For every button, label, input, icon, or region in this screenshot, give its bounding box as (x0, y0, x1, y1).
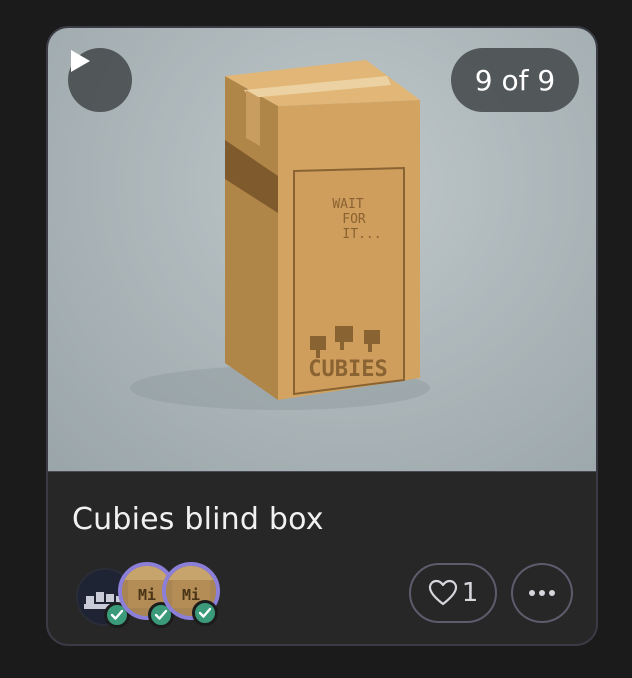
more-options-button[interactable] (511, 563, 573, 623)
like-count: 1 (461, 578, 479, 608)
check-icon (154, 609, 168, 620)
like-button[interactable]: 1 (409, 563, 497, 623)
box-text-wait: WAIT (332, 197, 363, 212)
image-counter-badge: 9 of 9 (451, 48, 579, 112)
verified-badge (192, 600, 218, 626)
nft-card[interactable]: WAIT FOR IT... CUBIES 9 of 9 Cubies blin… (46, 26, 598, 646)
play-icon (71, 50, 90, 72)
check-icon (110, 609, 124, 620)
check-icon (198, 607, 212, 618)
collection-avatar-label: Mi (138, 586, 156, 604)
nft-image[interactable]: WAIT FOR IT... CUBIES 9 of 9 (48, 28, 596, 472)
more-icon (529, 590, 555, 596)
card-title[interactable]: Cubies blind box (72, 502, 324, 537)
box-text-it: IT... (342, 227, 381, 242)
play-button[interactable] (68, 48, 132, 112)
avatar-group: Mi Mi (76, 562, 236, 634)
heart-icon (428, 579, 457, 606)
box-brand-text: CUBIES (308, 357, 387, 382)
box-text-for: FOR (342, 212, 366, 227)
